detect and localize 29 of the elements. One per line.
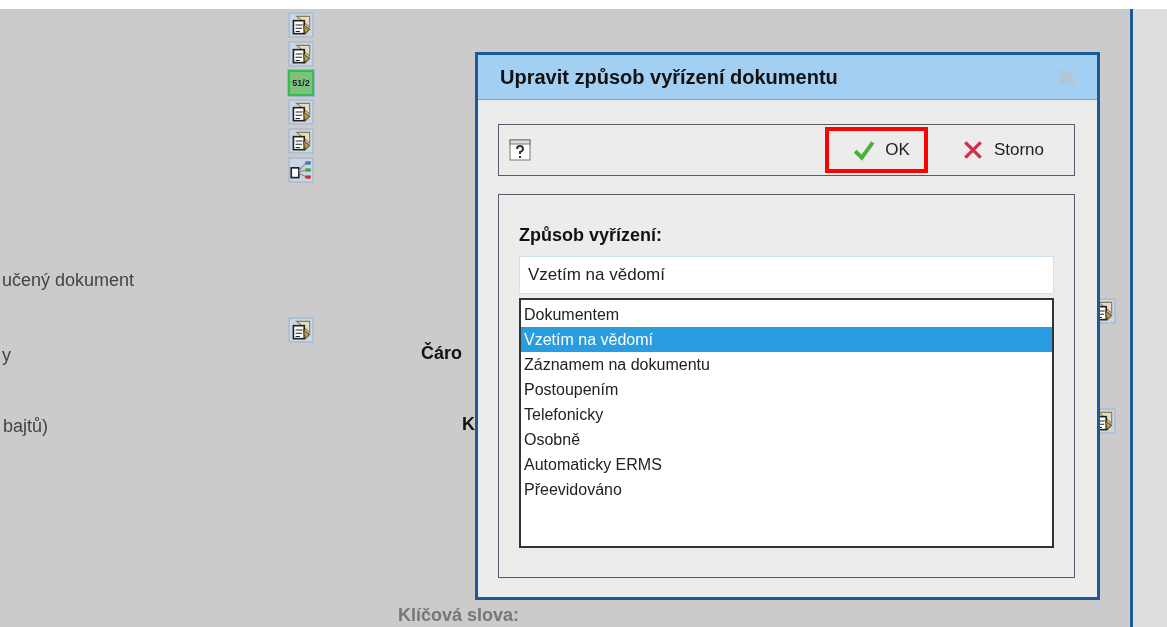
document-icon[interactable] (288, 41, 314, 67)
cancel-button[interactable]: Storno (933, 127, 1062, 173)
list-option[interactable]: Dokumentem (521, 302, 1052, 327)
cross-icon (961, 139, 984, 161)
document-icon[interactable] (288, 12, 314, 38)
field-label: Klíčová slova: (398, 605, 520, 626)
tree-icon[interactable] (288, 157, 314, 183)
page-counter[interactable]: 51/2 (288, 70, 314, 96)
field-label: Způsob vyřízení: (519, 225, 663, 246)
dialog-title: Upravit způsob vyřízení dokumentu (500, 65, 838, 89)
field-text: bajtů) (3, 416, 50, 437)
list-option[interactable]: Automaticky ERMS (521, 452, 1052, 477)
ok-button[interactable]: OK (825, 127, 928, 173)
field-text: y (2, 345, 12, 366)
list-option[interactable]: Osobně (521, 427, 1052, 452)
field-text: učený dokument (2, 270, 135, 291)
field-label: K (462, 414, 475, 435)
list-box[interactable]: Dokumentem Vzetím na vědomí Záznamem na dokumentu Postoupením Telefonicky Osobně Automaticky ERMS Přeevidováno (519, 298, 1054, 548)
field-label: Čáro (421, 343, 462, 364)
document-icon[interactable] (288, 317, 314, 343)
document-icon[interactable] (288, 99, 314, 125)
list-option[interactable]: Telefonicky (521, 402, 1052, 427)
list-option[interactable]: Přeevidováno (521, 477, 1052, 502)
list-option[interactable]: Postoupením (521, 377, 1052, 402)
list-option[interactable]: Záznamem na dokumentu (521, 352, 1052, 377)
help-icon[interactable] (509, 139, 531, 161)
checkmark-icon (853, 139, 876, 161)
input-field[interactable]: Vzetím na vědomí (519, 256, 1054, 294)
document-icon[interactable] (288, 128, 314, 154)
